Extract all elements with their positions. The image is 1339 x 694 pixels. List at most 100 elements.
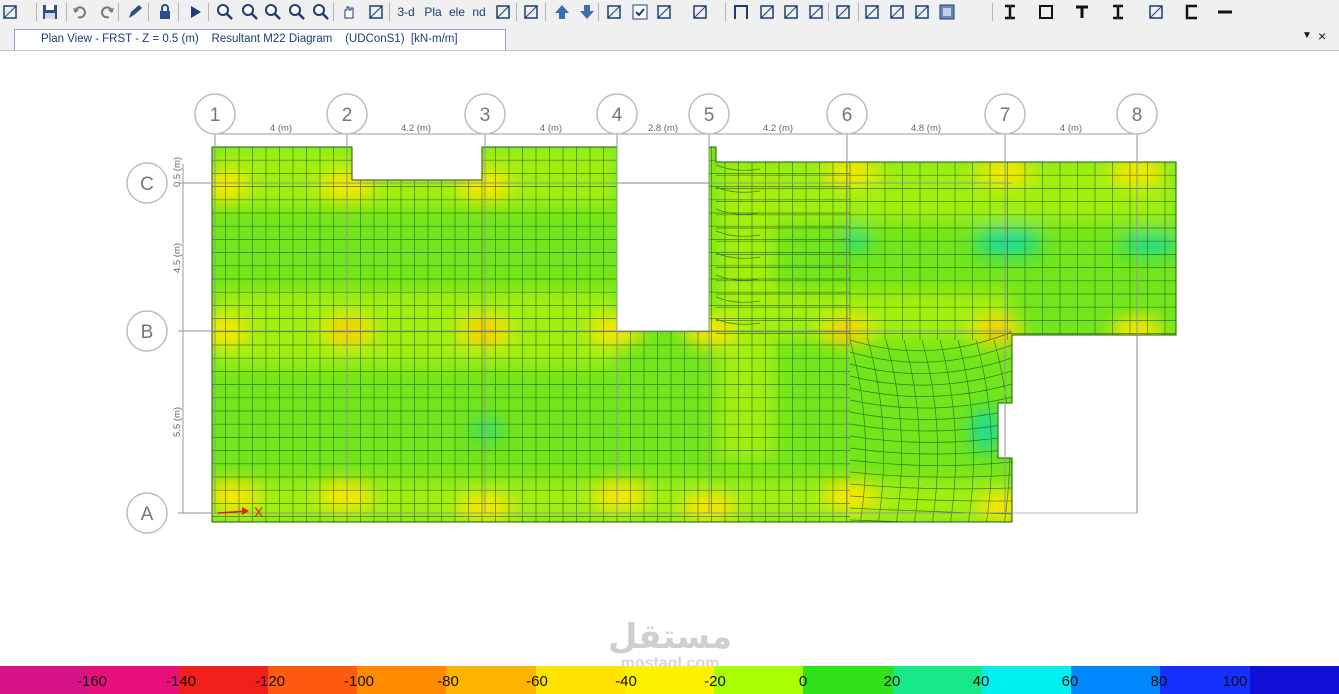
channel-icon[interactable] (1182, 2, 1202, 22)
toolbar-separator (992, 3, 993, 21)
tee-section-icon[interactable] (1072, 2, 1092, 22)
toolbar-separator (389, 3, 390, 21)
slab-section-icon[interactable] (1036, 2, 1056, 22)
grid-bubble-label: 1 (210, 105, 221, 126)
mostaql-watermark: مستقل mostaql.com (608, 617, 732, 670)
legend-swatch (446, 666, 537, 694)
grid-bubble-label: C (140, 174, 154, 195)
contour-cool (971, 408, 999, 452)
contour-cool (1120, 234, 1176, 254)
legend-label: -20 (704, 673, 726, 690)
tab-plan-view[interactable]: Plan View - FRST - Z = 0.5 (m) Resultant… (14, 29, 506, 50)
lock-icon[interactable] (155, 2, 175, 22)
tab-close-button[interactable]: × (1318, 28, 1334, 46)
x-axis-label: X (254, 504, 264, 520)
rotate-icon[interactable] (493, 2, 513, 22)
check-icon[interactable] (630, 2, 650, 22)
toolbar-separator (66, 3, 67, 21)
view-elevation-button[interactable]: ele (446, 2, 468, 22)
zoom-window-icon[interactable] (215, 2, 235, 22)
rubber-band-icon[interactable] (366, 2, 386, 22)
pan-icon[interactable] (339, 2, 359, 22)
grid-bubble-label: 6 (842, 105, 853, 126)
load-icon[interactable] (862, 2, 882, 22)
contour-hotspot (594, 481, 646, 509)
plan-view-canvas[interactable]: 1 2 3 4 5 6 7 8 C B A 4 (m) 4.2 (m) 4 (m) 2.8 (m) 4.2 (… (0, 50, 1339, 666)
legend-label: -60 (526, 673, 548, 690)
object-shrink-icon[interactable] (654, 2, 674, 22)
grid-spacing-y: 0.5 (m) (172, 157, 183, 187)
grid-spacing-x: 4 (m) (270, 123, 292, 134)
legend-label: -80 (437, 673, 459, 690)
frame-icon[interactable] (731, 2, 751, 22)
brace-icon[interactable] (757, 2, 777, 22)
view-3d-button[interactable]: 3-d (395, 2, 417, 22)
view-plan-button[interactable]: Pla (422, 2, 444, 22)
wall-icon[interactable] (781, 2, 801, 22)
zoom-out-icon[interactable] (263, 2, 283, 22)
zoom-previous-icon[interactable] (311, 2, 331, 22)
perspective-icon[interactable] (521, 2, 541, 22)
save-icon[interactable] (40, 2, 60, 22)
deck-icon[interactable] (887, 2, 907, 22)
tab-caption: Plan View - FRST - Z = 0.5 (m) Resultant… (41, 33, 458, 45)
legend-swatch (1249, 666, 1339, 694)
grid-bubble-label: 2 (342, 105, 353, 126)
tab-bar: Plan View - FRST - Z = 0.5 (m) Resultant… (0, 26, 1339, 51)
select-icon[interactable] (604, 2, 624, 22)
toolbar-separator (725, 3, 726, 21)
zoom-in-icon[interactable] (240, 2, 260, 22)
extrude-icon[interactable] (690, 2, 710, 22)
toolbar-separator (118, 3, 119, 21)
beam-section-icon[interactable] (1000, 2, 1020, 22)
grid-spacing-x: 4 (m) (1060, 123, 1082, 134)
column-icon[interactable] (833, 2, 853, 22)
undo-icon[interactable] (70, 2, 90, 22)
grid-bubble-label: A (141, 504, 154, 525)
dash-icon[interactable] (1215, 2, 1235, 22)
svg-text:مستقل: مستقل (608, 617, 732, 657)
grid-bubble-x: 6 (826, 93, 868, 135)
toolbar-separator (148, 3, 149, 21)
toolbar-separator (208, 3, 209, 21)
grid-bubble-x: 2 (326, 93, 368, 135)
pin-icon[interactable] (0, 2, 20, 22)
legend-label: -100 (343, 673, 375, 690)
grid-spacing-x: 2.8 (m) (648, 123, 678, 134)
legend-swatch (535, 666, 626, 694)
toolbar-separator (36, 3, 37, 21)
i-section-icon[interactable] (1108, 2, 1128, 22)
legend-swatch (803, 666, 894, 694)
legend-swatch (714, 666, 805, 694)
toolbar-separator (598, 3, 599, 21)
legend-swatch (624, 666, 716, 694)
legend-label: 40 (972, 673, 990, 690)
grid-bubble-label: B (141, 322, 154, 343)
tab-menu-button[interactable]: ▼ (1302, 30, 1316, 46)
toolbar-separator (858, 3, 859, 21)
legend-label: 60 (1061, 673, 1079, 690)
grid-spacing-y: 5.5 (m) (172, 407, 183, 437)
legend-swatch (981, 666, 1073, 694)
grid-bubble-x: 1 (194, 93, 236, 135)
pencil-icon[interactable] (125, 2, 145, 22)
zoom-all-icon[interactable] (287, 2, 307, 22)
grid-spacing-x: 4.8 (m) (911, 123, 941, 134)
ramp-icon[interactable] (806, 2, 826, 22)
grid-bubble-x: 7 (984, 93, 1026, 135)
run-icon[interactable] (185, 2, 205, 22)
toolbar: 3-d Pla ele nd (0, 0, 1339, 27)
move-down-icon[interactable] (577, 2, 597, 22)
rebar-icon[interactable] (1146, 2, 1166, 22)
redo-icon[interactable] (97, 2, 117, 22)
grid-bubble-y: B (126, 310, 168, 352)
mesh-icon[interactable] (912, 2, 932, 22)
move-up-icon[interactable] (552, 2, 572, 22)
view-nd-button[interactable]: nd (468, 2, 490, 22)
contour-hotspot (319, 481, 371, 509)
grid-bubble-y: A (126, 492, 168, 534)
shell-icon[interactable] (937, 2, 957, 22)
grid-bubble-label: 5 (704, 105, 715, 126)
grid-bubble-label: 4 (612, 105, 623, 126)
grid-bubble-x: 4 (596, 93, 638, 135)
